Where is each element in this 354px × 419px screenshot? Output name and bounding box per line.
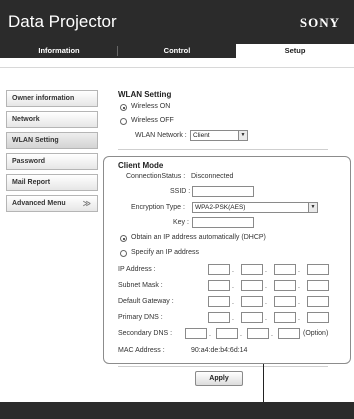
sidebar-item-label: Mail Report (12, 179, 51, 186)
ssid-input[interactable] (192, 186, 254, 197)
sidebar-item-password[interactable]: Password (6, 153, 98, 170)
sidebar-item-owner-information[interactable]: Owner information (6, 90, 98, 107)
sidebar: Owner information Network WLAN Setting P… (6, 90, 98, 216)
app-title: Data Projector (8, 12, 117, 31)
wlan-network-select[interactable]: Client ▼ (190, 130, 248, 141)
subheader-bar (0, 58, 354, 68)
subnet-mask-octet-3[interactable] (274, 280, 296, 291)
sidebar-item-label: Owner information (12, 95, 75, 102)
primary-dns-octet-1[interactable] (208, 312, 230, 323)
gateway-octet-1[interactable] (208, 296, 230, 307)
ssid-label: SSID : (170, 188, 191, 195)
tab-setup[interactable]: Setup (236, 44, 354, 58)
specify-ip-label: Specify an IP address (131, 249, 199, 256)
brand-logo: SONY (299, 15, 340, 30)
octet-separator: . (271, 331, 273, 338)
sidebar-item-advanced-menu[interactable]: Advanced Menu ≫ (6, 195, 98, 212)
ip-address-octet-1[interactable] (208, 264, 230, 275)
primary-dns-label: Primary DNS : (118, 314, 163, 321)
dropdown-arrow-icon: ▼ (238, 131, 247, 140)
secondary-dns-octet-3[interactable] (247, 328, 269, 339)
footer-bar (0, 402, 354, 419)
app-header: Data Projector SONY Information Control … (0, 0, 354, 58)
key-label: Key : (173, 219, 189, 226)
octet-separator: . (232, 299, 234, 306)
sidebar-item-label: Network (12, 116, 40, 123)
apply-button[interactable]: Apply (195, 371, 243, 386)
key-input[interactable] (192, 217, 254, 228)
encryption-type-select[interactable]: WPA2-PSK(AES) ▼ (192, 202, 318, 213)
encryption-type-value: WPA2-PSK(AES) (195, 204, 246, 211)
sidebar-item-label: WLAN Setting (12, 137, 59, 144)
wireless-off-label: Wireless OFF (131, 117, 174, 124)
client-mode-title: Client Mode (118, 161, 164, 170)
secondary-dns-octet-4[interactable] (278, 328, 300, 339)
gateway-octet-4[interactable] (307, 296, 329, 307)
expand-chevron-icon: ≫ (82, 199, 91, 208)
octet-separator: . (232, 283, 234, 290)
ip-address-label: IP Address : (118, 266, 156, 273)
octet-separator: . (265, 299, 267, 306)
sidebar-item-network[interactable]: Network (6, 111, 98, 128)
wlan-setting-title: WLAN Setting (118, 90, 172, 99)
octet-separator: . (232, 267, 234, 274)
default-gateway-label: Default Gateway : (118, 298, 174, 305)
section-divider (118, 149, 328, 150)
tab-control[interactable]: Control (118, 44, 236, 58)
connection-status-value: Disconnected (191, 173, 234, 180)
octet-separator: . (298, 283, 300, 290)
dhcp-label: Obtain an IP address automatically (DHCP… (131, 234, 266, 241)
octet-separator: . (265, 283, 267, 290)
primary-dns-octet-4[interactable] (307, 312, 329, 323)
secondary-dns-octet-1[interactable] (185, 328, 207, 339)
gateway-octet-3[interactable] (274, 296, 296, 307)
octet-separator: . (298, 267, 300, 274)
sidebar-item-mail-report[interactable]: Mail Report (6, 174, 98, 191)
ip-address-octet-4[interactable] (307, 264, 329, 275)
mac-address-value: 90:a4:de:b4:6d:14 (191, 347, 248, 354)
dhcp-radio[interactable] (120, 235, 127, 242)
octet-separator: . (240, 331, 242, 338)
encryption-type-label: Encryption Type : (131, 204, 185, 211)
option-label: (Option) (303, 330, 329, 337)
specify-ip-radio[interactable] (120, 250, 127, 257)
mac-address-label: MAC Address : (118, 347, 165, 354)
wireless-on-label: Wireless ON (131, 103, 171, 110)
dropdown-arrow-icon: ▼ (308, 203, 317, 212)
wireless-on-radio[interactable] (120, 104, 127, 111)
octet-separator: . (265, 315, 267, 322)
ip-address-octet-2[interactable] (241, 264, 263, 275)
sidebar-item-label: Password (12, 158, 46, 165)
subnet-mask-octet-4[interactable] (307, 280, 329, 291)
tab-information[interactable]: Information (0, 44, 118, 58)
octet-separator: . (209, 331, 211, 338)
subnet-mask-octet-1[interactable] (208, 280, 230, 291)
octet-separator: . (265, 267, 267, 274)
gateway-octet-2[interactable] (241, 296, 263, 307)
wlan-network-value: Client (193, 132, 210, 139)
secondary-dns-octet-2[interactable] (216, 328, 238, 339)
subnet-mask-label: Subnet Mask : (118, 282, 163, 289)
sidebar-item-wlan-setting[interactable]: WLAN Setting (6, 132, 98, 149)
subnet-mask-octet-2[interactable] (241, 280, 263, 291)
section-divider (118, 366, 328, 367)
octet-separator: . (298, 315, 300, 322)
octet-separator: . (298, 299, 300, 306)
secondary-dns-label: Secondary DNS : (118, 330, 173, 337)
sidebar-item-label: Advanced Menu (12, 200, 66, 207)
ip-address-octet-3[interactable] (274, 264, 296, 275)
wireless-off-radio[interactable] (120, 118, 127, 125)
connection-status-label: ConnectionStatus : (126, 173, 186, 180)
primary-dns-octet-3[interactable] (274, 312, 296, 323)
wlan-network-label: WLAN Network : (135, 132, 187, 139)
primary-dns-octet-2[interactable] (241, 312, 263, 323)
main-tabs: Information Control Setup (0, 44, 354, 58)
octet-separator: . (232, 315, 234, 322)
